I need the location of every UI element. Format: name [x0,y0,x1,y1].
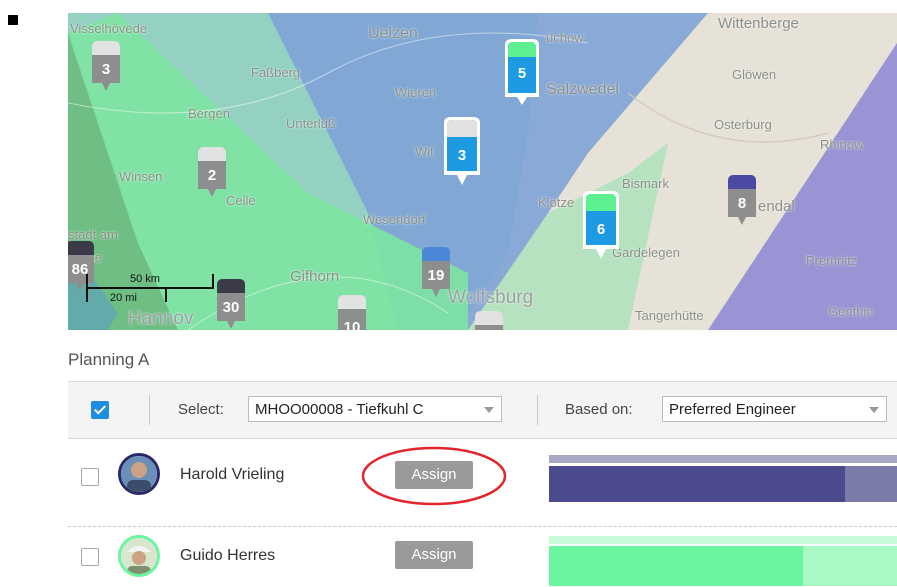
map-label: Winsen [119,169,163,184]
engineer-checkbox[interactable] [81,468,99,486]
map-label: endal [758,198,795,215]
map-label: Premnitz [806,253,858,268]
map-label: Uelzen [368,25,418,42]
chevron-down-icon [869,407,879,413]
map-label: Rhinow [820,137,864,152]
map-label: Celle [226,193,256,208]
planning-toolbar: Select: MHOO00008 - Tiefkuhl C Based on:… [68,381,897,439]
select-label: Select: [178,401,224,418]
list-bullet [8,15,18,25]
map-label: Wesendorf [363,212,426,227]
map-marker[interactable]: 2 [194,145,230,199]
chevron-down-icon [484,407,494,413]
map-scale-bar: 50 km 20 mi [86,268,216,308]
toolbar-divider [149,395,150,425]
map-marker[interactable] [471,309,507,330]
avatar [118,535,160,577]
map-label: Klötze [538,195,575,210]
workload-bar-fill [549,546,803,586]
job-select-dropdown[interactable]: MHOO00008 - Tiefkuhl C [248,396,502,422]
map-marker[interactable]: 3 [441,115,480,185]
engineer-row: Guido Herres Assign [68,527,897,587]
map-label: Gifhorn [290,268,340,285]
map-marker[interactable]: 30 [213,277,249,330]
map-label: Visselhövede [70,21,148,36]
map-label: Wit [415,144,434,159]
map-label: Bismark [622,176,669,191]
workload-bar-track [549,455,897,463]
select-all-checkbox[interactable] [91,401,109,419]
panel-title: Planning A [68,350,150,369]
map-marker[interactable]: 19 [418,245,454,299]
scale-mi-label: 20 mi [110,292,137,304]
assign-button[interactable]: Assign [395,541,473,569]
map-marker[interactable]: 5 [502,37,539,105]
map-label: Bergen [188,106,230,121]
workload-bar-fill [549,466,845,502]
map-label: Gardelegen [612,245,680,260]
engineer-name: Harold Vrieling [180,466,285,483]
avatar [118,453,160,495]
map-label: Faßberg [251,65,301,80]
map-label: Genthin [828,304,874,319]
based-on-dropdown[interactable]: Preferred Engineer [662,396,887,422]
map-label: Wieren [395,85,437,100]
engineer-row: Harold Vrieling Assign [68,445,897,506]
map-label: üchow [546,30,584,45]
map-label: Tangerhütte [635,308,704,323]
map-marker[interactable]: 6 [580,189,619,259]
map-marker[interactable]: 3 [88,39,124,93]
engineer-checkbox[interactable] [81,548,99,566]
toolbar-divider [537,395,538,425]
highlight-circle [361,446,507,506]
engineer-name: Guido Herres [180,547,276,564]
map-label: Wolfsburg [448,287,534,308]
map-label: Unterlüß [286,116,336,131]
based-on-label: Based on: [565,401,633,418]
scale-km-label: 50 km [130,273,160,285]
map-label: Hannov [128,308,194,329]
map-label: Osterburg [714,117,772,132]
map-marker[interactable]: 10 [334,293,370,330]
workload-bar-track [549,536,897,544]
map-label: Salzwedel [546,81,619,98]
map-marker[interactable]: 8 [724,173,760,227]
map-label: Wittenberge [718,15,799,32]
map-view[interactable]: Visselhövede Uelzen üchow Wittenberge Fa… [68,13,897,330]
map-label: Glöwen [732,67,777,82]
